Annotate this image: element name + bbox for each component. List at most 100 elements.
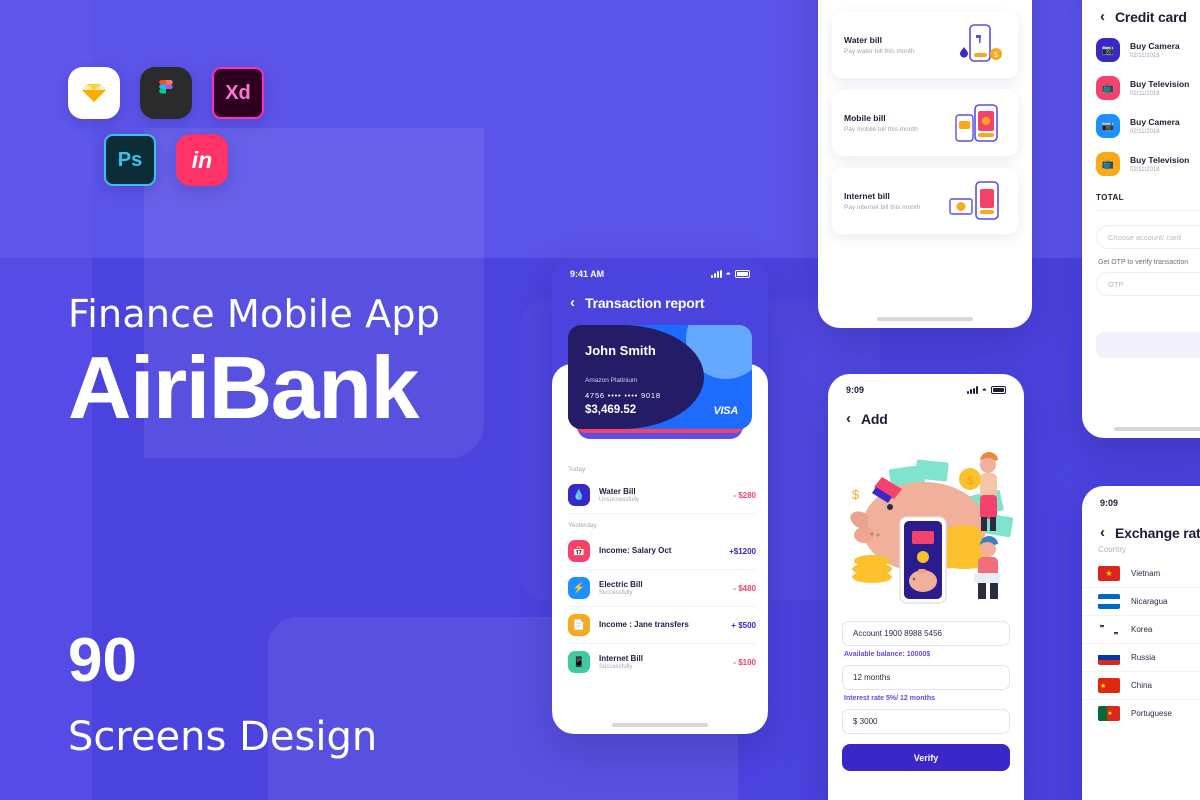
transaction-amount: - $280 (733, 490, 756, 500)
water-tap-phone-art: $ (948, 23, 1006, 67)
item-name: Buy Camera (1130, 41, 1180, 51)
home-indicator (877, 317, 973, 321)
row-text: Buy Camera 02/11/2018 (1130, 117, 1180, 135)
bill-title: Internet bill (844, 191, 890, 201)
page-title: Exchange rate (1115, 524, 1200, 541)
otp-label: Get OTP to verify transaction (1098, 259, 1189, 266)
choose-account-field[interactable]: Choose account/ card (1096, 225, 1200, 249)
transaction-name: Electric Bill (599, 579, 643, 589)
verify-button[interactable]: Verify (842, 744, 1010, 771)
svg-text:$: $ (994, 52, 998, 59)
table-row[interactable]: 📄 Income : Jane transfers + $500 (568, 607, 756, 644)
list-item[interactable]: Mobile bill Pay mobile bill this month (832, 90, 1018, 156)
back-chevron-icon[interactable]: ‹ (1100, 8, 1105, 25)
hero-text-block: Finance Mobile App AiriBank (68, 292, 440, 434)
back-chevron-icon[interactable]: ‹ (570, 294, 575, 311)
design-tool-icons: Xd Ps in (68, 67, 488, 186)
row-text: Buy Television 02/11/2018 (1130, 79, 1189, 97)
back-chevron-icon[interactable]: ‹ (846, 410, 851, 427)
item-name: Buy Television (1130, 79, 1190, 89)
phone-transaction-report: 9:41 AM ◓ ‹ Transaction report John Smit… (552, 258, 768, 734)
country-name: Russia (1131, 653, 1156, 662)
status-time: 9:41 AM (570, 268, 605, 279)
card-type: Amazon Platinium (585, 377, 638, 384)
nav-bar: ‹ Credit card (1082, 8, 1200, 25)
nav-bar: ‹ Transaction report (552, 294, 768, 311)
calendar-icon: 📅 (568, 540, 590, 562)
bill-text: Internet bill Pay internet bill this mon… (844, 191, 948, 211)
item-date: 02/11/2018 (1130, 53, 1160, 59)
page-title: Transaction report (585, 294, 705, 311)
table-row[interactable]: 📱 Internet Bill Successfully - $100 (568, 644, 756, 680)
back-chevron-icon[interactable]: ‹ (1100, 524, 1105, 541)
account-field[interactable]: Account 1900 8988 5456 (842, 621, 1010, 646)
svg-text:$: $ (852, 487, 860, 502)
flag-nicaragua (1098, 594, 1120, 609)
group-label-today: Today (568, 466, 586, 473)
amount-field[interactable]: $ 3000 (842, 709, 1010, 734)
row-text: Water Bill Unsuccessfully (599, 487, 733, 504)
pay-button[interactable]: Pay (1096, 332, 1200, 358)
table-row[interactable]: 📅 Income: Salary Oct +$1200 (568, 533, 756, 570)
home-indicator (1114, 427, 1200, 431)
home-indicator (612, 723, 708, 727)
page-title: Credit card (1115, 8, 1187, 25)
battery-icon (991, 386, 1006, 394)
credit-card-stack[interactable]: John Smith Amazon Platinium 4756 •••• ••… (568, 325, 752, 441)
poster-stage: Xd Ps in Finance Mobile App AiriBank 90 … (0, 0, 1200, 800)
list-item[interactable]: ★ Vietnam (1082, 560, 1200, 588)
item-date: 02/11/2018 (1130, 167, 1160, 173)
item-name: Buy Television (1130, 155, 1190, 165)
country-name: Korea (1131, 625, 1153, 634)
otp-field[interactable]: OTP (1096, 272, 1200, 296)
group-label-yesterday: Yesterday (568, 522, 597, 529)
transaction-status: Unsuccessfully (599, 497, 640, 504)
list-item[interactable]: 📷 Buy Camera 02/11/2018 (1096, 31, 1200, 69)
list-item[interactable]: 📺 Buy Television 02/11/2018 (1096, 145, 1200, 183)
list-item[interactable]: ★ China (1082, 672, 1200, 700)
status-icons: ◓ (966, 385, 1006, 395)
item-date: 02/11/2018 (1130, 91, 1160, 97)
card-holder-name: John Smith (585, 343, 656, 358)
row-text: Electric Bill Successfully (599, 580, 733, 597)
country-name: Nicaragua (1131, 597, 1168, 606)
note-icon: 📄 (568, 614, 590, 636)
hero-subtitle: Finance Mobile App (68, 292, 441, 336)
add-form: Account 1900 8988 5456 Available balance… (828, 621, 1024, 771)
bill-subtitle: Pay mobile bill this month (844, 126, 918, 133)
camera-icon: 📷 (1096, 114, 1120, 138)
table-row[interactable]: 💧 Water Bill Unsuccessfully - $280 (568, 477, 756, 514)
country-name: China (1131, 681, 1152, 690)
term-field[interactable]: 12 months (842, 665, 1010, 690)
status-bar: 9:41 AM ◓ (552, 258, 768, 284)
country-name: Vietnam (1131, 569, 1161, 578)
screens-label: Screens Design (68, 714, 378, 760)
signal-icon (966, 386, 978, 394)
sketch-icon (68, 67, 120, 119)
list-item[interactable]: Water bill Pay water bill this month $ (832, 12, 1018, 78)
list-item[interactable]: 📺 Buy Television 02/11/2018 (1096, 69, 1200, 107)
transaction-amount: + $500 (731, 620, 756, 630)
tv-icon: 📺 (1096, 152, 1120, 176)
bills-list: Water bill Pay water bill this month $ M… (818, 0, 1032, 234)
flag-russia (1098, 650, 1120, 665)
list-item[interactable]: 📷 Buy Camera 02/11/2018 (1096, 107, 1200, 145)
list-item[interactable]: Russia (1082, 644, 1200, 672)
item-date: 02/11/2018 (1130, 129, 1160, 135)
transaction-list: Today 💧 Water Bill Unsuccessfully - $280… (568, 458, 756, 680)
list-item[interactable]: ● Portuguese (1082, 700, 1200, 727)
list-item[interactable]: Korea (1082, 616, 1200, 644)
row-text: Income: Salary Oct (599, 546, 729, 557)
transaction-name: Water Bill (599, 486, 636, 496)
screens-count: 90 (68, 626, 137, 695)
row-text: Internet Bill Successfully (599, 654, 733, 671)
bill-text: Mobile bill Pay mobile bill this month (844, 113, 948, 133)
credit-pay-form: Choose account/ card Get OTP to verify t… (1082, 211, 1200, 358)
cash-phone-art (948, 179, 1006, 223)
bill-title: Water bill (844, 35, 882, 45)
table-row[interactable]: ⚡ Electric Bill Successfully - $480 (568, 570, 756, 607)
svg-text:$: $ (967, 475, 973, 487)
wifi-bill-icon: 📱 (568, 651, 590, 673)
list-item[interactable]: Nicaragua (1082, 588, 1200, 616)
list-item[interactable]: Internet bill Pay internet bill this mon… (832, 168, 1018, 234)
